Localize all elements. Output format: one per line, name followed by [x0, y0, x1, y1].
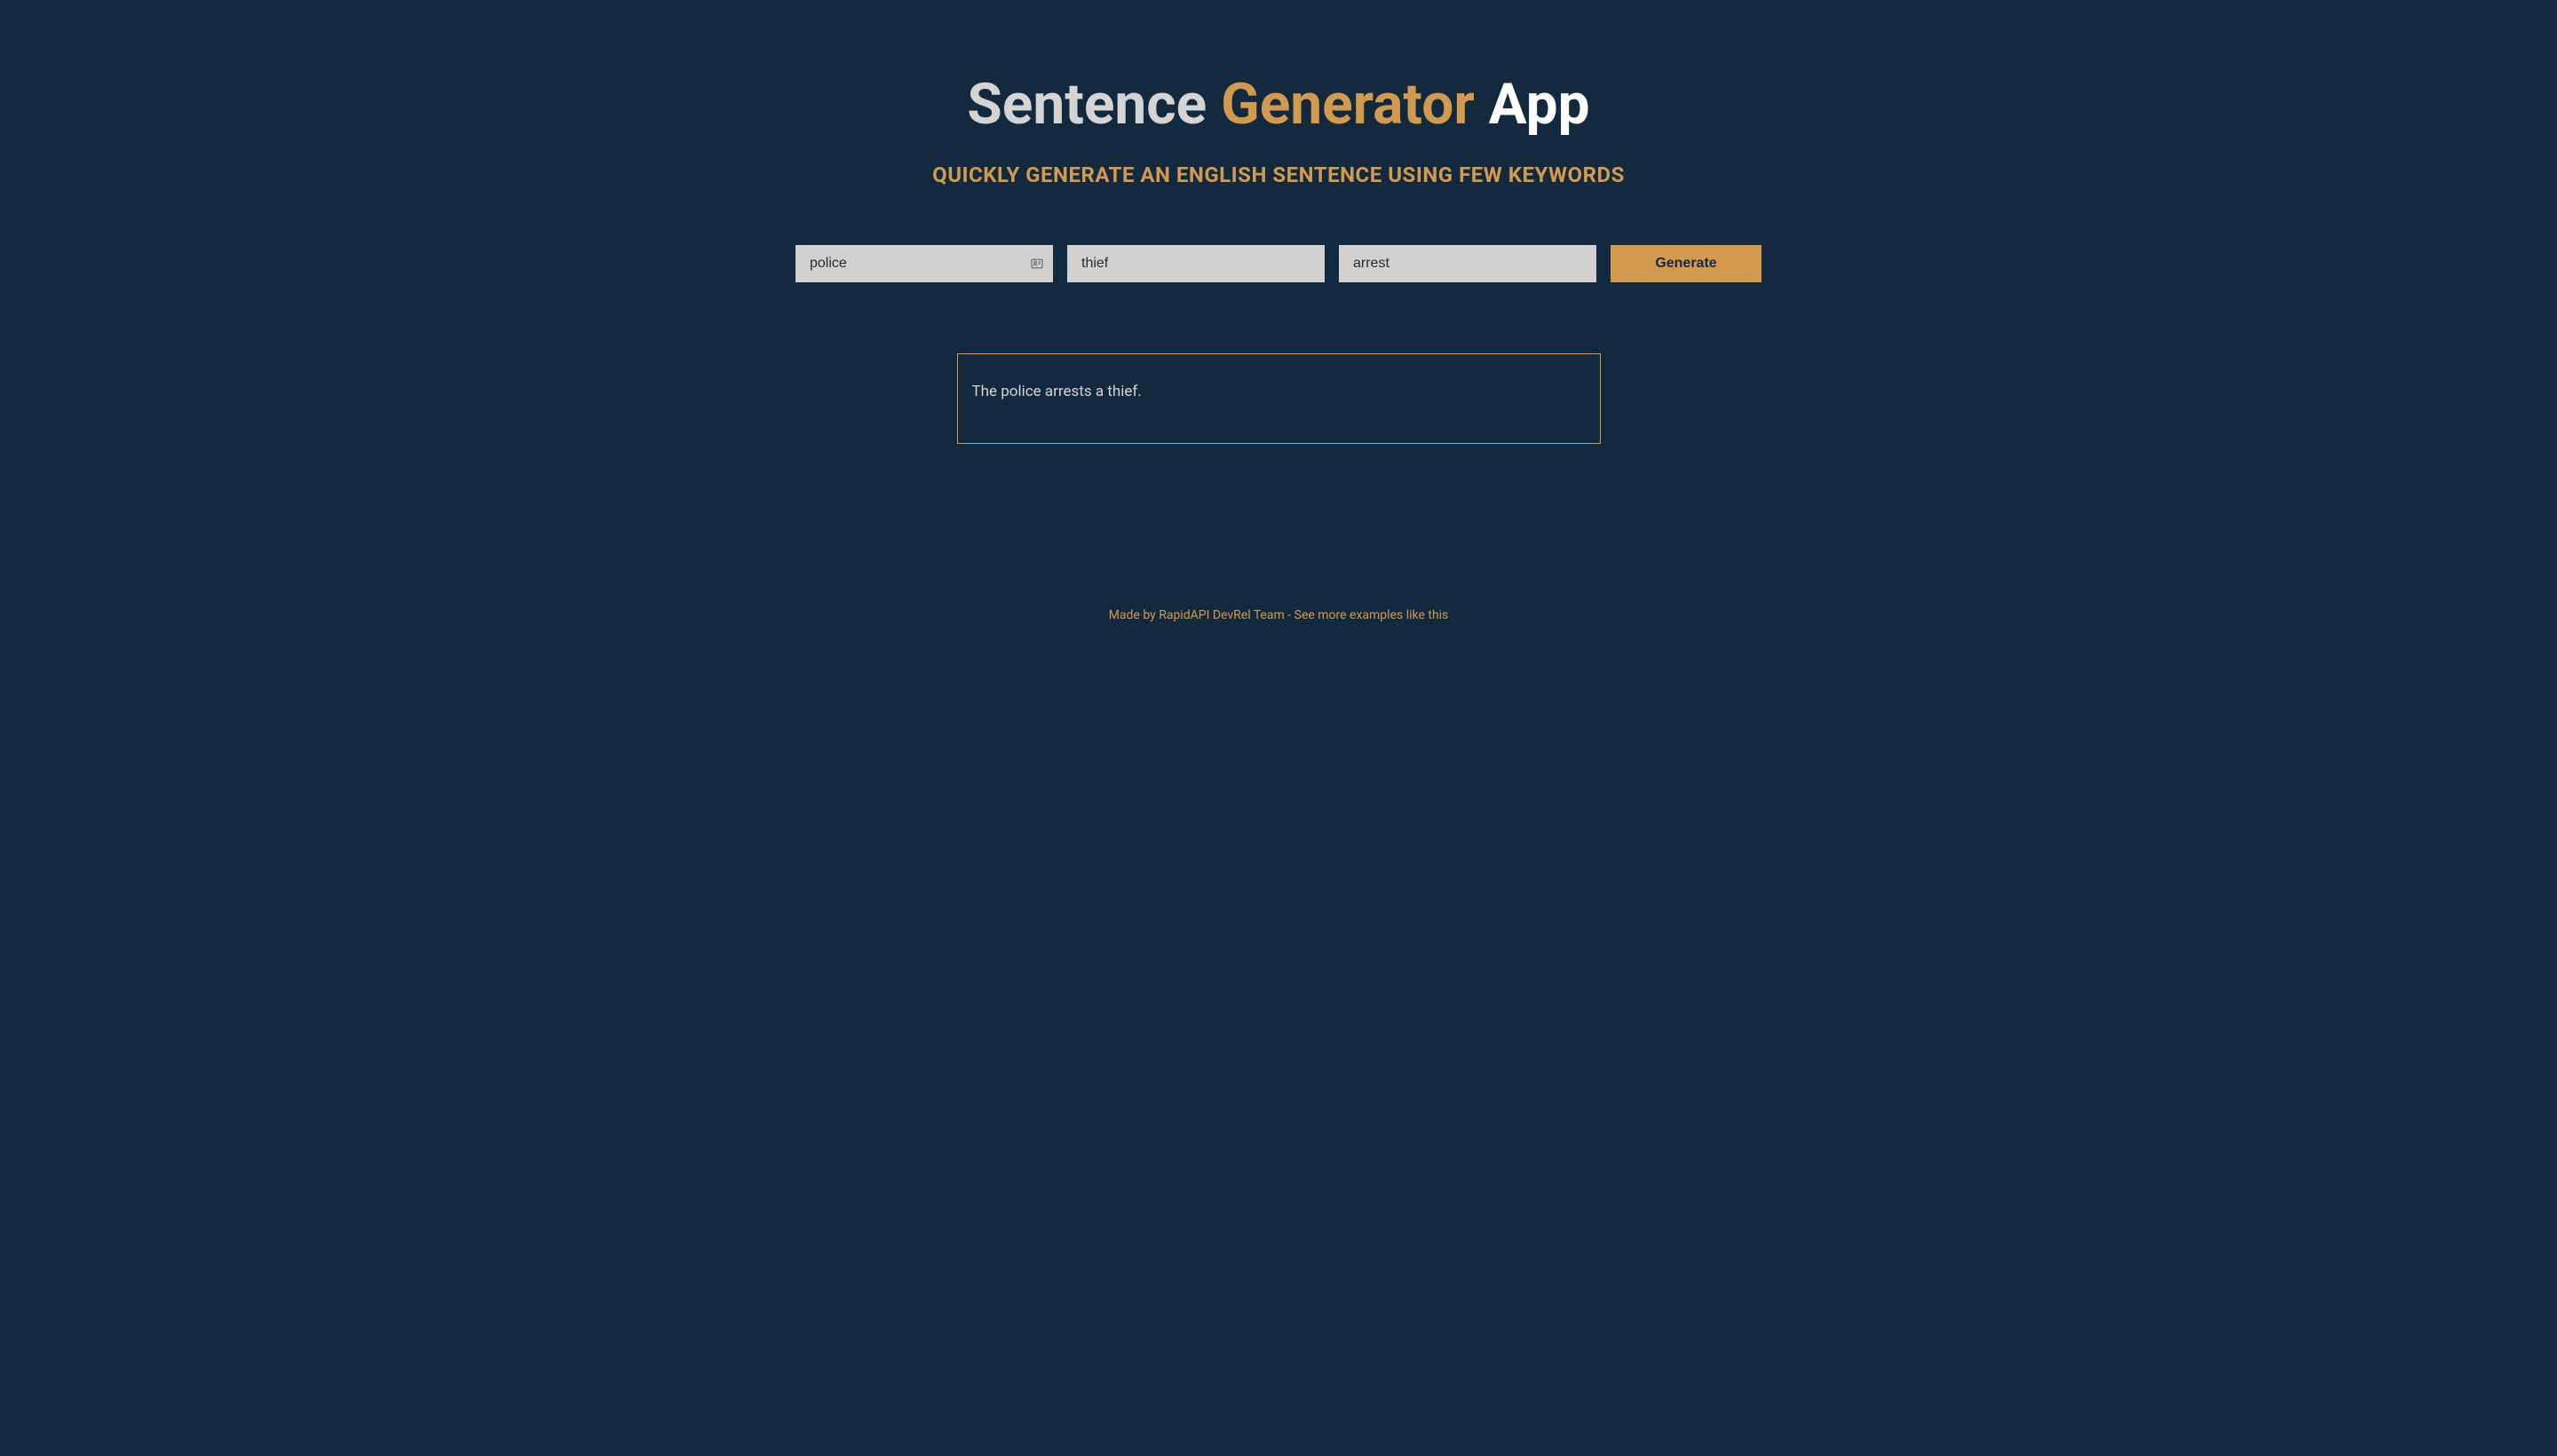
keyword2-input[interactable] [1067, 245, 1325, 282]
title-part-3: App [1475, 71, 1590, 138]
title-part-1: Sentence [967, 71, 1221, 138]
footer-made-by: Made by RapidAPI DevRel Team - [1109, 608, 1294, 622]
generate-button[interactable]: Generate [1611, 245, 1761, 282]
page-title: Sentence Generator App [967, 71, 1589, 138]
result-box: The police arrests a thief. [957, 353, 1601, 444]
keyword1-input[interactable] [796, 245, 1053, 282]
title-part-2: Generator [1221, 71, 1475, 138]
page-subtitle: Quickly generate an English sentence usi… [932, 162, 1625, 187]
footer-link[interactable]: See more examples like this [1294, 608, 1449, 622]
keyword3-input[interactable] [1339, 245, 1596, 282]
contact-card-icon [1030, 257, 1044, 271]
keyword1-wrapper [796, 245, 1053, 282]
main-container: Sentence Generator App Quickly generate … [746, 71, 1811, 622]
footer: Made by RapidAPI DevRel Team - See more … [1109, 608, 1449, 622]
result-text: The police arrests a thief. [972, 383, 1142, 400]
input-row: Generate [790, 245, 1767, 282]
